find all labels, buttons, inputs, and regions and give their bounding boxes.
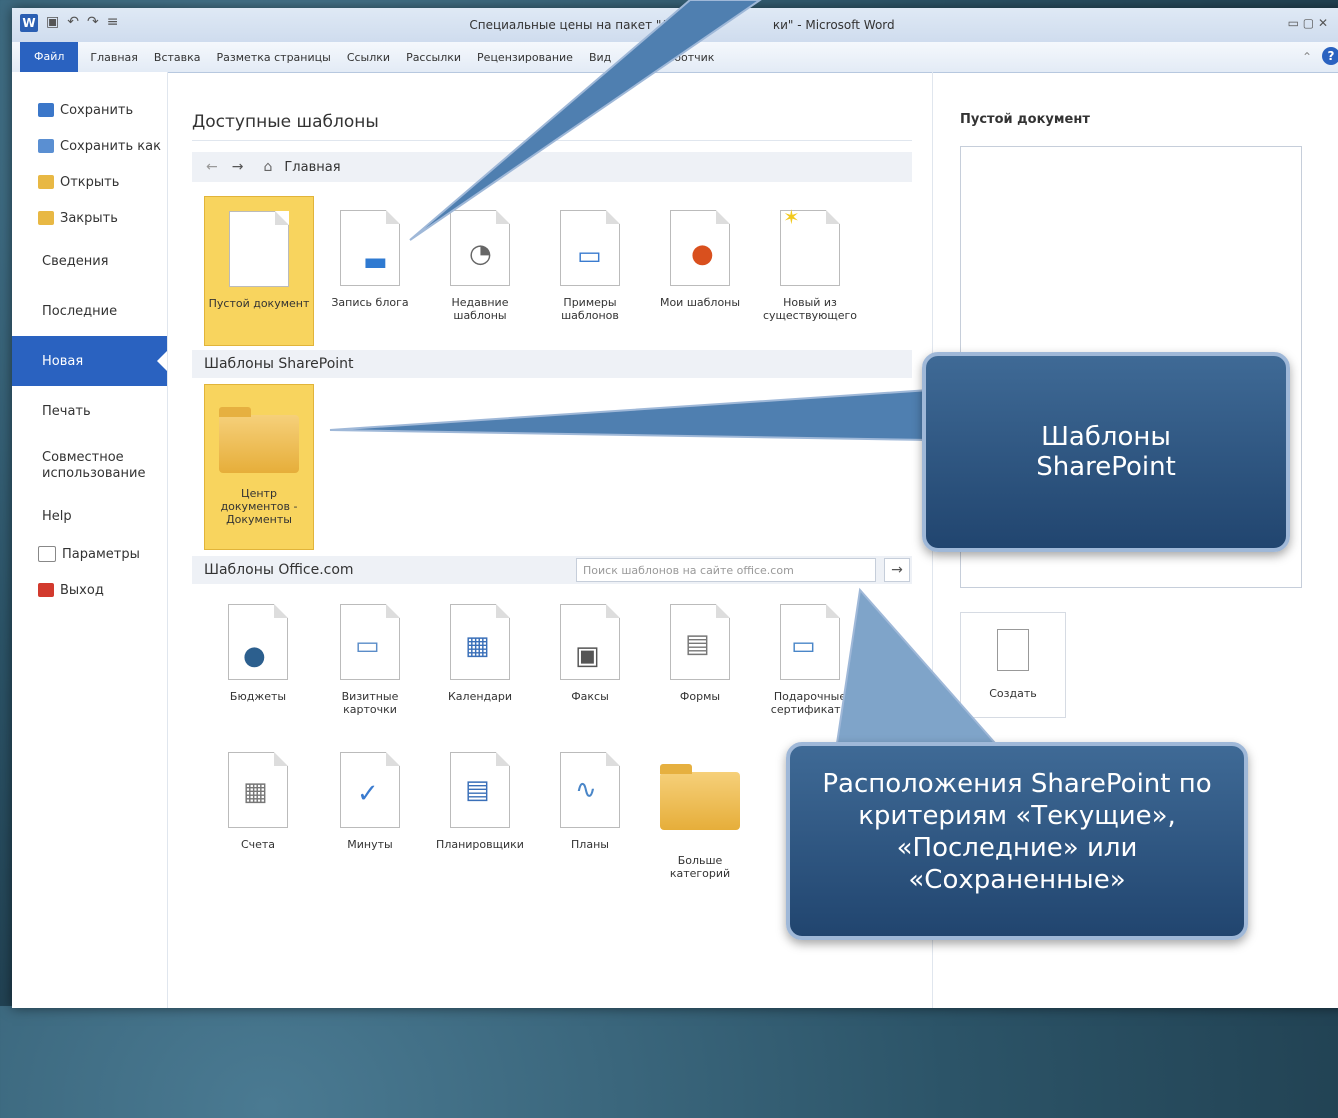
tile-plans[interactable]: ∿ Планы xyxy=(536,752,644,851)
tile-invoices[interactable]: ▦ Счета xyxy=(204,752,312,851)
user-icon: ● xyxy=(670,210,730,286)
folder-icon xyxy=(219,407,299,473)
tab-references[interactable]: Ссылки xyxy=(347,51,390,64)
menu-close[interactable]: Закрыть xyxy=(12,200,167,236)
fax-icon: ▣ xyxy=(560,604,620,680)
monitor-icon: ▭ xyxy=(560,210,620,286)
back-arrow-icon[interactable]: ← xyxy=(206,159,218,175)
menu-info[interactable]: Сведения xyxy=(12,236,167,286)
tile-business-cards[interactable]: ▭ Визитные карточки xyxy=(316,604,424,716)
exit-icon xyxy=(38,583,54,597)
tile-budgets[interactable]: ● Бюджеты xyxy=(204,604,312,703)
tile-forms[interactable]: ▤ Формы xyxy=(646,604,754,703)
search-go-button[interactable]: → xyxy=(884,558,910,582)
tile-my-templates[interactable]: ● Мои шаблоны xyxy=(646,210,754,309)
tab-mailings[interactable]: Рассылки xyxy=(406,51,461,64)
tile-more-categories[interactable]: Больше категорий xyxy=(646,752,754,880)
window-controls[interactable]: ▭ ▢ ✕ xyxy=(1288,16,1328,30)
menu-print[interactable]: Печать xyxy=(12,386,167,436)
blog-post-icon: ▬ xyxy=(340,210,400,286)
title-bar: W ▣ ↶ ↷ ≡ Специальные цены на пакет "Джу… xyxy=(12,8,1338,42)
forward-arrow-icon[interactable]: → xyxy=(232,159,244,175)
folder-close-icon xyxy=(38,211,54,225)
menu-help[interactable]: Help xyxy=(12,496,167,536)
tile-blog-post[interactable]: ▬ Запись блога xyxy=(316,210,424,309)
tab-review[interactable]: Рецензирование xyxy=(477,51,573,64)
budget-icon: ● xyxy=(228,604,288,680)
menu-share[interactable]: Совместное использование xyxy=(12,436,152,496)
tab-file[interactable]: Файл xyxy=(20,42,79,72)
gift-certificate-icon: ▭ xyxy=(780,604,840,680)
divider xyxy=(167,72,168,1008)
calendar-icon: ▦ xyxy=(450,604,510,680)
sharepoint-templates-callout: Шаблоны SharePoint xyxy=(922,352,1290,552)
options-icon xyxy=(38,546,56,562)
sharepoint-locations-callout: Расположения SharePoint по критериям «Те… xyxy=(786,742,1248,940)
ribbon-tabs: Файл Главная Вставка Разметка страницы С… xyxy=(12,42,1338,73)
menu-new[interactable]: Новая xyxy=(12,336,169,386)
menu-exit[interactable]: Выход xyxy=(12,572,167,608)
tab-home[interactable]: Главная xyxy=(90,51,138,64)
help-icon[interactable]: ? xyxy=(1322,47,1338,65)
breadcrumb-home[interactable]: Главная xyxy=(284,160,340,175)
menu-save[interactable]: Сохранить xyxy=(12,92,167,128)
menu-save-as[interactable]: Сохранить как xyxy=(12,128,167,164)
clock-icon: ◔ xyxy=(450,210,510,286)
tile-gift-certificates[interactable]: ▭ Подарочные сертификаты xyxy=(756,604,864,716)
tile-new-from-existing[interactable]: ✶ Новый из существующего xyxy=(756,205,864,322)
office-template-search-input[interactable]: Поиск шаблонов на сайте office.com xyxy=(576,558,876,582)
tile-recent-templates[interactable]: ◔ Недавние шаблоны xyxy=(426,210,534,322)
tab-insert[interactable]: Вставка xyxy=(154,51,201,64)
invoice-icon: ▦ xyxy=(228,752,288,828)
minutes-icon: ✓ xyxy=(340,752,400,828)
tile-minutes[interactable]: ✓ Минуты xyxy=(316,752,424,851)
blank-document-icon xyxy=(229,211,289,287)
tab-page-layout[interactable]: Разметка страницы xyxy=(217,51,331,64)
tab-view[interactable]: Вид xyxy=(589,51,611,64)
tile-calendars[interactable]: ▦ Календари xyxy=(426,604,534,703)
business-card-icon: ▭ xyxy=(340,604,400,680)
sharepoint-templates-header: Шаблоны SharePoint xyxy=(192,350,912,378)
menu-recent[interactable]: Последние xyxy=(12,286,167,336)
new-from-existing-icon: ✶ xyxy=(780,205,840,286)
preview-title: Пустой документ xyxy=(960,112,1090,127)
plan-icon: ∿ xyxy=(560,752,620,828)
menu-options[interactable]: Параметры xyxy=(12,536,167,572)
divider xyxy=(192,140,912,141)
folder-icon xyxy=(660,764,740,830)
save-icon xyxy=(38,103,54,117)
backstage-menu: Сохранить Сохранить как Открыть Закрыть … xyxy=(12,72,169,1008)
available-templates-heading: Доступные шаблоны xyxy=(192,112,379,132)
document-icon xyxy=(997,629,1029,671)
save-as-icon xyxy=(38,139,54,153)
tile-document-center[interactable]: Центр документов - Документы xyxy=(204,384,314,550)
minimize-ribbon-icon[interactable]: ⌃ xyxy=(1302,50,1312,64)
window-title: Специальные цены на пакет "Джунг ки" - Mi… xyxy=(469,18,895,32)
home-icon[interactable]: ⌂ xyxy=(263,159,272,175)
form-icon: ▤ xyxy=(670,604,730,680)
menu-open[interactable]: Открыть xyxy=(12,164,167,200)
tile-blank-document[interactable]: Пустой документ xyxy=(204,196,314,346)
template-nav-bar: ← → ⌂ Главная xyxy=(192,152,912,182)
tile-sample-templates[interactable]: ▭ Примеры шаблонов xyxy=(536,210,644,322)
folder-open-icon xyxy=(38,175,54,189)
tab-developer[interactable]: Разработчик xyxy=(641,51,714,64)
tile-faxes[interactable]: ▣ Факсы xyxy=(536,604,644,703)
planner-icon: ▤ xyxy=(450,752,510,828)
create-button[interactable]: Создать xyxy=(960,612,1066,718)
tile-planners[interactable]: ▤ Планировщики xyxy=(426,752,534,851)
